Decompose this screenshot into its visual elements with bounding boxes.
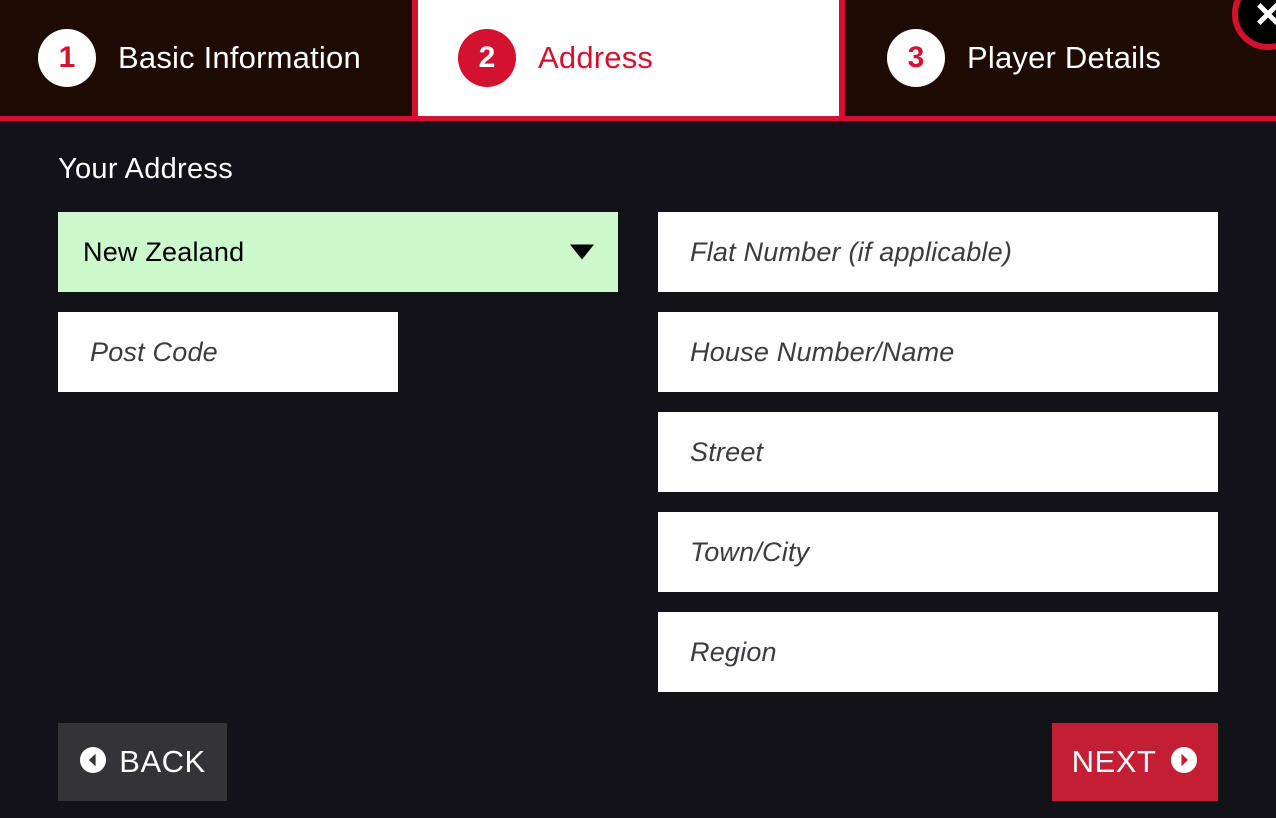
country-select[interactable]: New Zealand xyxy=(58,212,618,292)
form-column-left: New Zealand Post Code xyxy=(58,212,618,412)
post-code-input[interactable]: Post Code xyxy=(58,312,398,392)
house-number-placeholder: House Number/Name xyxy=(690,336,955,367)
form-column-right: Flat Number (if applicable) House Number… xyxy=(658,212,1218,712)
region-placeholder: Region xyxy=(690,636,777,667)
street-placeholder: Street xyxy=(690,436,764,467)
post-code-placeholder: Post Code xyxy=(90,336,218,367)
close-icon xyxy=(1251,0,1276,31)
next-button-label: NEXT xyxy=(1071,744,1157,779)
step-label-player-details: Player Details xyxy=(967,40,1162,75)
section-title: Your Address xyxy=(58,153,234,185)
step-number-badge-3: 3 xyxy=(887,29,945,87)
region-input[interactable]: Region xyxy=(658,612,1218,692)
step-progress-bar: 1 Basic Information 2 Address 3 Player D… xyxy=(0,0,1276,121)
step-label-address: Address xyxy=(538,40,654,75)
step-number-badge-1: 1 xyxy=(38,29,96,87)
flat-number-input[interactable]: Flat Number (if applicable) xyxy=(658,212,1218,292)
country-select-value: New Zealand xyxy=(83,236,245,267)
step-number-badge-2: 2 xyxy=(458,29,516,87)
step-tab-address[interactable]: 2 Address xyxy=(418,0,845,116)
step-tab-player-details[interactable]: 3 Player Details xyxy=(845,0,1270,116)
back-button-label: BACK xyxy=(119,744,206,779)
step-tab-basic-information[interactable]: 1 Basic Information xyxy=(0,0,418,116)
flat-number-placeholder: Flat Number (if applicable) xyxy=(690,236,1013,267)
street-input[interactable]: Street xyxy=(658,412,1218,492)
circle-chevron-right-icon xyxy=(1170,746,1198,779)
town-city-placeholder: Town/City xyxy=(690,536,810,567)
step-label-basic-information: Basic Information xyxy=(118,40,361,75)
registration-wizard: 1 Basic Information 2 Address 3 Player D… xyxy=(0,0,1276,818)
address-form-panel: Your Address New Zealand Post Code Flat … xyxy=(0,121,1276,818)
back-button[interactable]: BACK xyxy=(58,723,227,801)
chevron-down-icon xyxy=(570,244,594,260)
house-number-input[interactable]: House Number/Name xyxy=(658,312,1218,392)
town-city-input[interactable]: Town/City xyxy=(658,512,1218,592)
circle-chevron-left-icon xyxy=(79,746,107,779)
next-button[interactable]: NEXT xyxy=(1052,723,1218,801)
